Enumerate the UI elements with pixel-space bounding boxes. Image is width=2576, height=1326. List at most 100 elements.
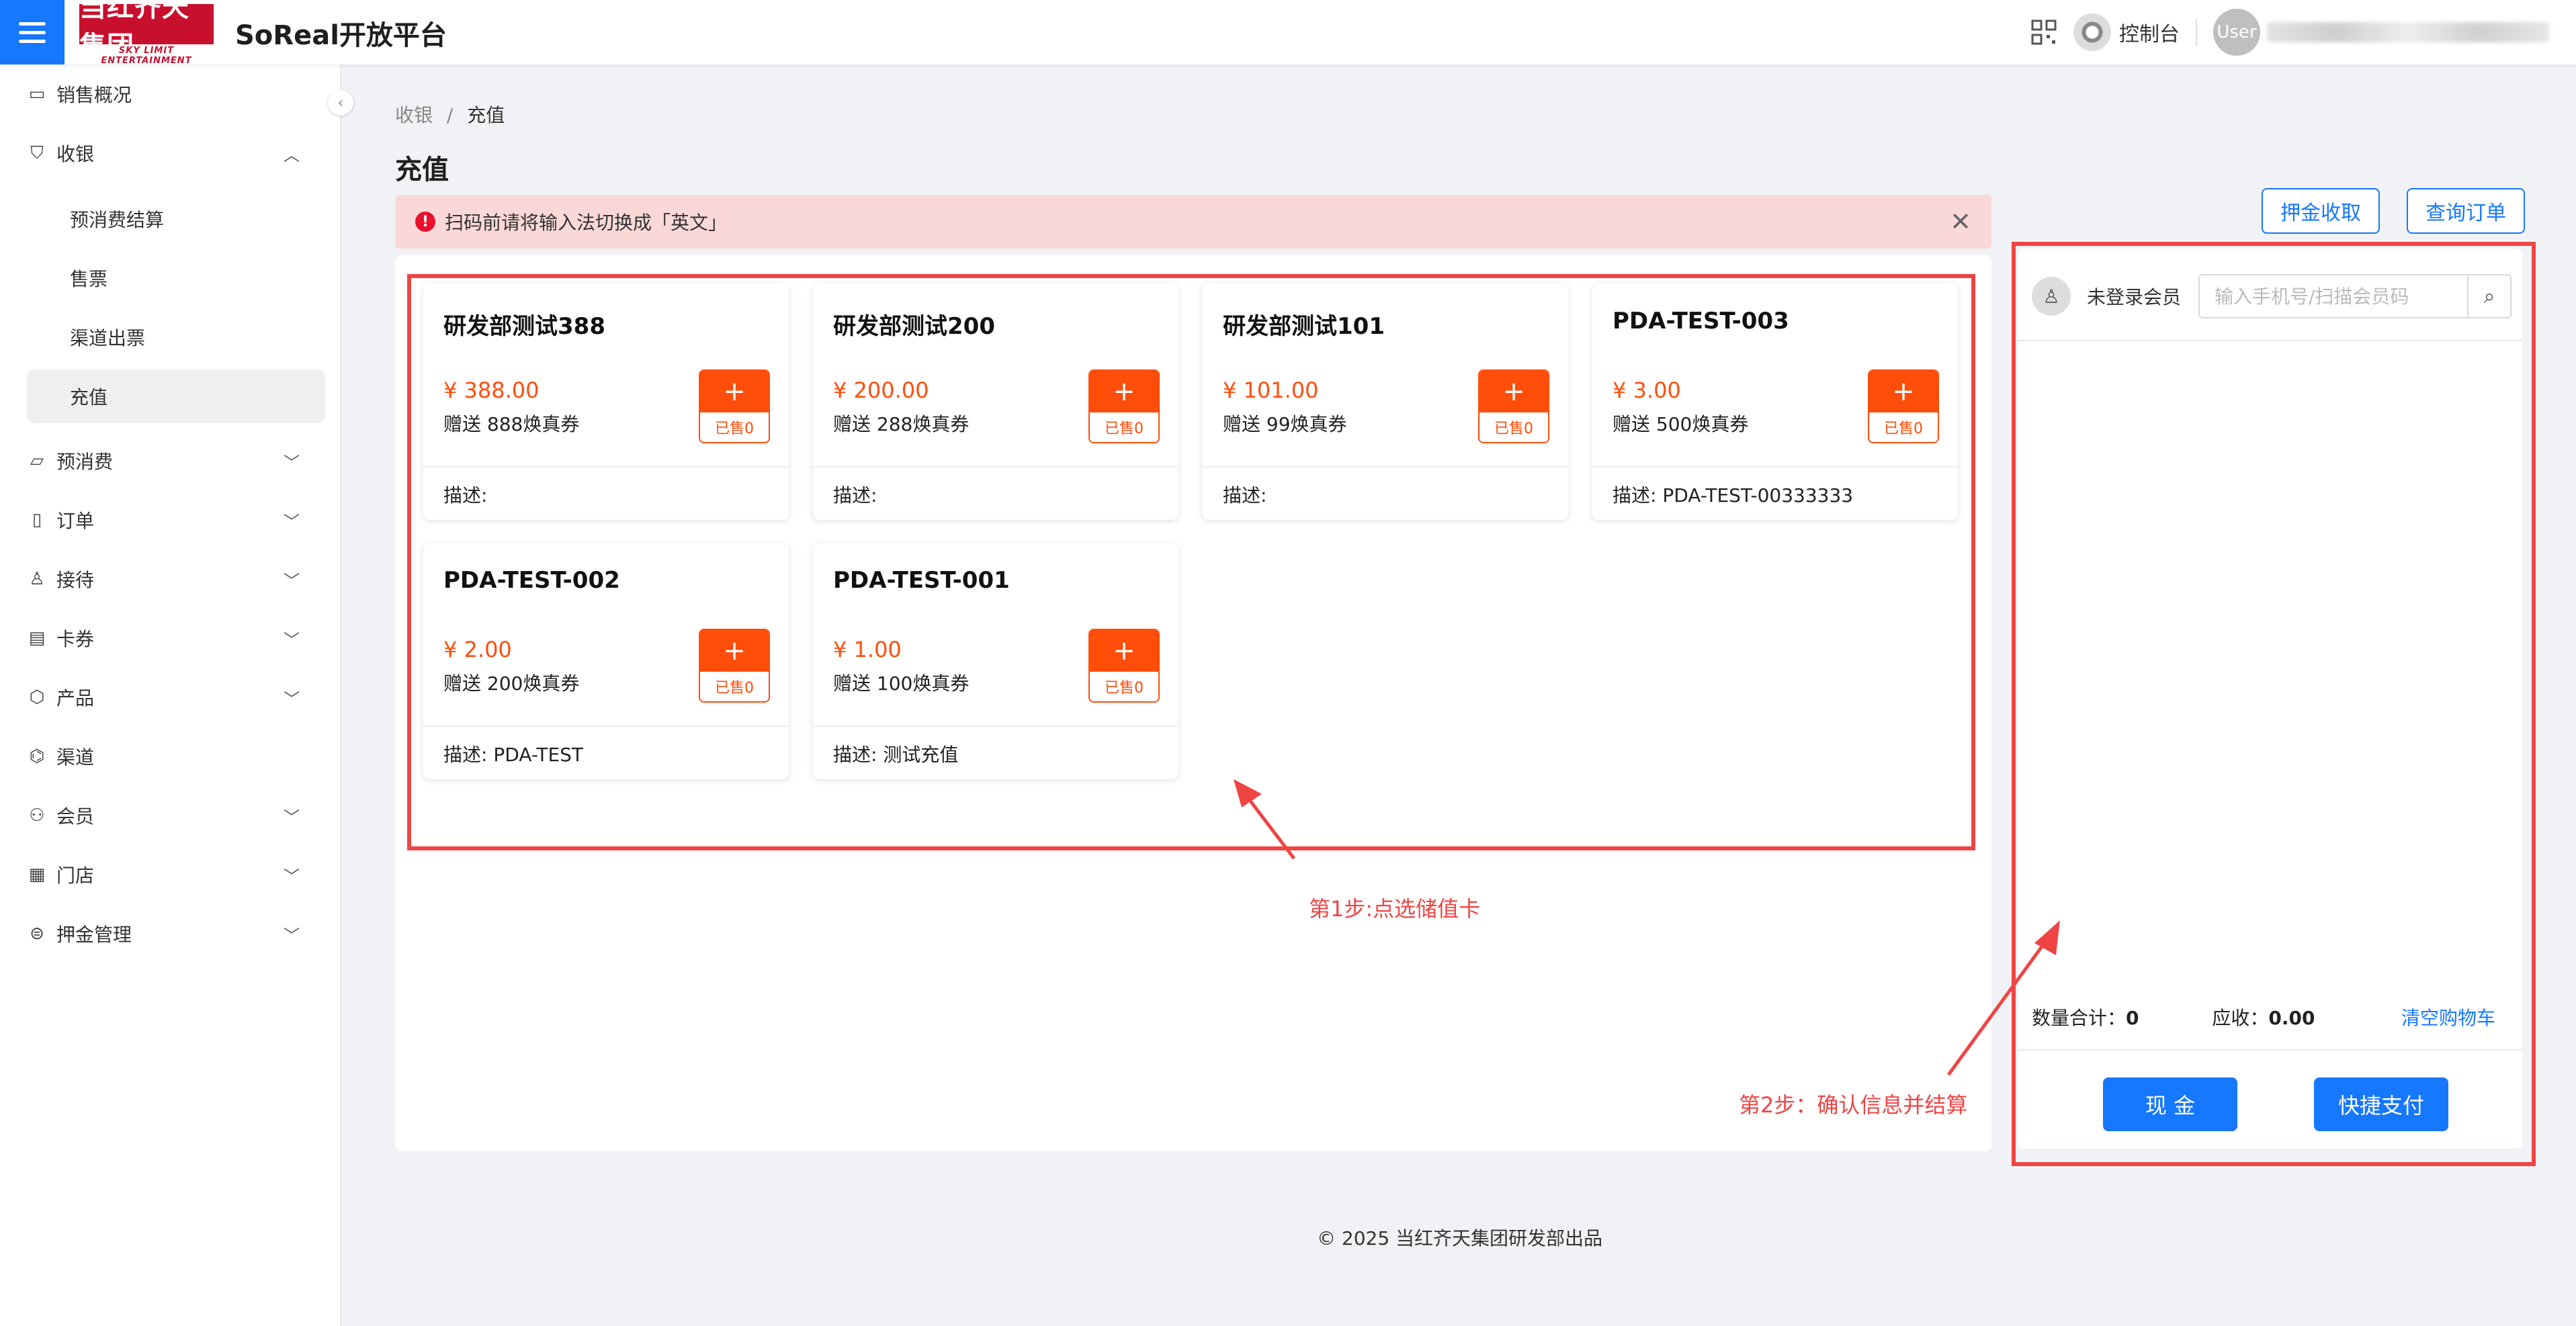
add-to-cart-button[interactable]: + 已售0 — [1868, 369, 1939, 443]
breadcrumb-separator: / — [446, 104, 454, 126]
card-price: ¥ 200.00 — [833, 378, 929, 403]
sidebar-subitem-recharge[interactable]: 充值 — [27, 369, 325, 423]
qr-code-icon[interactable] — [2030, 19, 2057, 46]
breadcrumb-parent[interactable]: 收银 — [395, 104, 433, 126]
alert-text: 扫码前请将输入法切换成「英文」 — [445, 212, 728, 234]
sidebar-item-label: 渠道 — [56, 746, 95, 768]
breadcrumb: 收银 / 充值 — [395, 101, 505, 128]
sidebar-item-reception[interactable]: ♙ 接待 ﹀ — [27, 549, 340, 609]
product-card[interactable]: 研发部测试388 ¥ 388.00 赠送 888焕真券 + 已售0 描述: — [423, 283, 789, 520]
folder-icon: ▱ — [30, 451, 44, 471]
add-to-cart-button[interactable]: + 已售0 — [1088, 629, 1160, 703]
member-status: 未登录会员 — [2087, 286, 2182, 308]
sidebar-item-label: 销售概况 — [56, 84, 132, 106]
sidebar-item-label: 产品 — [56, 687, 95, 709]
card-name: PDA-TEST-002 — [443, 567, 620, 594]
close-icon[interactable]: ✕ — [1950, 207, 1971, 236]
card-name: PDA-TEST-003 — [1613, 308, 1789, 335]
chevron-down-icon: ﹀ — [284, 807, 300, 827]
sidebar-item-members[interactable]: ⚇ 会员 ﹀ — [27, 786, 340, 845]
member-search-input[interactable] — [2200, 275, 2467, 317]
plus-icon: + — [700, 630, 769, 672]
sold-count: 已售0 — [1090, 672, 1158, 701]
cash-pay-button[interactable]: 现 金 — [2103, 1077, 2237, 1131]
monitor-icon: ▭ — [28, 84, 46, 104]
quick-pay-button[interactable]: 快捷支付 — [2314, 1077, 2448, 1131]
annotation-arrow-1 — [1234, 779, 1295, 860]
cart-panel: ♙ 未登录会员 ⌕ 数量合计：0 应收：0.00 清空购物车 现 金 快捷支付 — [2018, 249, 2522, 1149]
chevron-up-icon: ︿ — [284, 145, 300, 165]
sidebar-item-products[interactable]: ⬡ 产品 ﹀ — [27, 668, 340, 727]
sidebar-item-prepay[interactable]: ▱ 预消费 ﹀ — [27, 431, 340, 490]
chevron-down-icon: ﹀ — [284, 453, 300, 472]
clear-cart-link[interactable]: 清空购物车 — [2401, 1004, 2495, 1030]
sidebar-item-label: 接待 — [56, 569, 95, 591]
product-card[interactable]: PDA-TEST-001 ¥ 1.00 赠送 100焕真券 + 已售0 描述: 测… — [813, 543, 1178, 779]
sidebar-item-label: 卡券 — [56, 628, 95, 650]
header-actions: 控制台 User — [2030, 9, 2549, 56]
product-card[interactable]: PDA-TEST-002 ¥ 2.00 赠送 200焕真券 + 已售0 描述: P… — [423, 543, 789, 779]
sidebar-collapse-button[interactable]: ‹ — [328, 90, 353, 116]
card-name: 研发部测试388 — [443, 313, 605, 340]
card-name: 研发部测试200 — [833, 313, 995, 340]
sidebar-item-deposit[interactable]: ⊜ 押金管理 ﹀ — [27, 904, 340, 963]
card-divider — [423, 725, 789, 727]
card-description: 描述: — [443, 484, 488, 506]
sold-count: 已售0 — [700, 672, 769, 701]
due-label: 应收： — [2212, 1007, 2269, 1029]
card-icon: ▤ — [28, 628, 46, 648]
add-to-cart-button[interactable]: + 已售0 — [1478, 369, 1549, 443]
blurred-username — [2267, 22, 2549, 42]
card-price: ¥ 2.00 — [443, 637, 512, 662]
add-to-cart-button[interactable]: + 已售0 — [1088, 369, 1160, 443]
due-value: 0.00 — [2268, 1007, 2315, 1029]
card-gift: 赠送 888焕真券 — [443, 413, 580, 435]
sold-count: 已售0 — [1869, 412, 1938, 442]
search-icon[interactable]: ⌕ — [2467, 275, 2510, 317]
shield-icon: ⛉ — [30, 142, 44, 163]
sidebar-item-label: 收银 — [56, 143, 95, 165]
sidebar: ▭ 销售概况 ⛉ 收银 ︿ 预消费结算 售票 渠道出票 充值 ▱ 预消费 ﹀ ▯ 订单 … — [0, 64, 341, 1326]
add-to-cart-button[interactable]: + 已售0 — [699, 629, 770, 703]
product-card[interactable]: PDA-TEST-003 ¥ 3.00 赠送 500焕真券 + 已售0 描述: P… — [1592, 283, 1958, 520]
card-divider — [423, 466, 789, 468]
add-to-cart-button[interactable]: + 已售0 — [699, 369, 770, 443]
sidebar-subitem-channel-ticket[interactable]: 渠道出票 — [27, 310, 325, 364]
footer-copyright: © 2025 当红齐天集团研发部出品 — [1317, 1227, 1603, 1249]
sold-count: 已售0 — [1090, 412, 1158, 442]
card-gift: 赠送 200焕真券 — [443, 672, 580, 695]
product-card[interactable]: 研发部测试101 ¥ 101.00 赠送 99焕真券 + 已售0 描述: — [1203, 283, 1568, 520]
hamburger-menu-icon[interactable] — [0, 0, 65, 64]
product-card[interactable]: 研发部测试200 ¥ 200.00 赠送 288焕真券 + 已售0 描述: — [813, 283, 1178, 520]
console-icon — [2073, 13, 2111, 51]
error-icon: ! — [415, 212, 435, 232]
console-button[interactable]: 控制台 — [2073, 13, 2180, 51]
sidebar-subitem-prepay-settle[interactable]: 预消费结算 — [27, 192, 325, 246]
user-menu[interactable]: User — [2213, 9, 2549, 56]
sidebar-subitem-tickets[interactable]: 售票 — [27, 251, 325, 305]
sidebar-item-stores[interactable]: ▦ 门店 ﹀ — [27, 845, 340, 904]
plus-icon: + — [1869, 371, 1938, 412]
plus-icon: + — [1090, 371, 1158, 412]
cart-totals: 数量合计：0 应收：0.00 清空购物车 — [2032, 1004, 2509, 1030]
plus-icon: + — [700, 371, 769, 412]
query-orders-button[interactable]: 查询订单 — [2407, 188, 2525, 234]
sidebar-item-cashier[interactable]: ⛉ 收银 ︿ — [27, 124, 340, 183]
card-name: 研发部测试101 — [1223, 313, 1385, 340]
alert-banner: ! 扫码前请将输入法切换成「英文」 ✕ — [395, 195, 1991, 249]
sidebar-item-sales-overview[interactable]: ▭ 销售概况 — [27, 64, 340, 124]
member-search: ⌕ — [2198, 274, 2511, 318]
chevron-down-icon: ﹀ — [284, 630, 300, 650]
annotation-arrow-2 — [1946, 920, 2060, 1076]
members-icon: ⚇ — [29, 805, 45, 826]
plus-icon: + — [1479, 371, 1548, 412]
avatar: User — [2213, 9, 2260, 56]
sidebar-item-orders[interactable]: ▯ 订单 ﹀ — [27, 490, 340, 549]
sidebar-item-channels[interactable]: ⌬ 渠道 — [27, 727, 340, 786]
chevron-down-icon: ﹀ — [284, 689, 300, 709]
qty-value: 0 — [2126, 1007, 2139, 1029]
chevron-down-icon: ﹀ — [284, 571, 300, 590]
sidebar-item-cards[interactable]: ▤ 卡券 ﹀ — [27, 609, 340, 668]
deposit-collect-button[interactable]: 押金收取 — [2262, 188, 2380, 234]
top-bar: 当红齐天集团 SKY LIMIT ENTERTAINMENT SoReal开放平… — [0, 0, 2576, 66]
